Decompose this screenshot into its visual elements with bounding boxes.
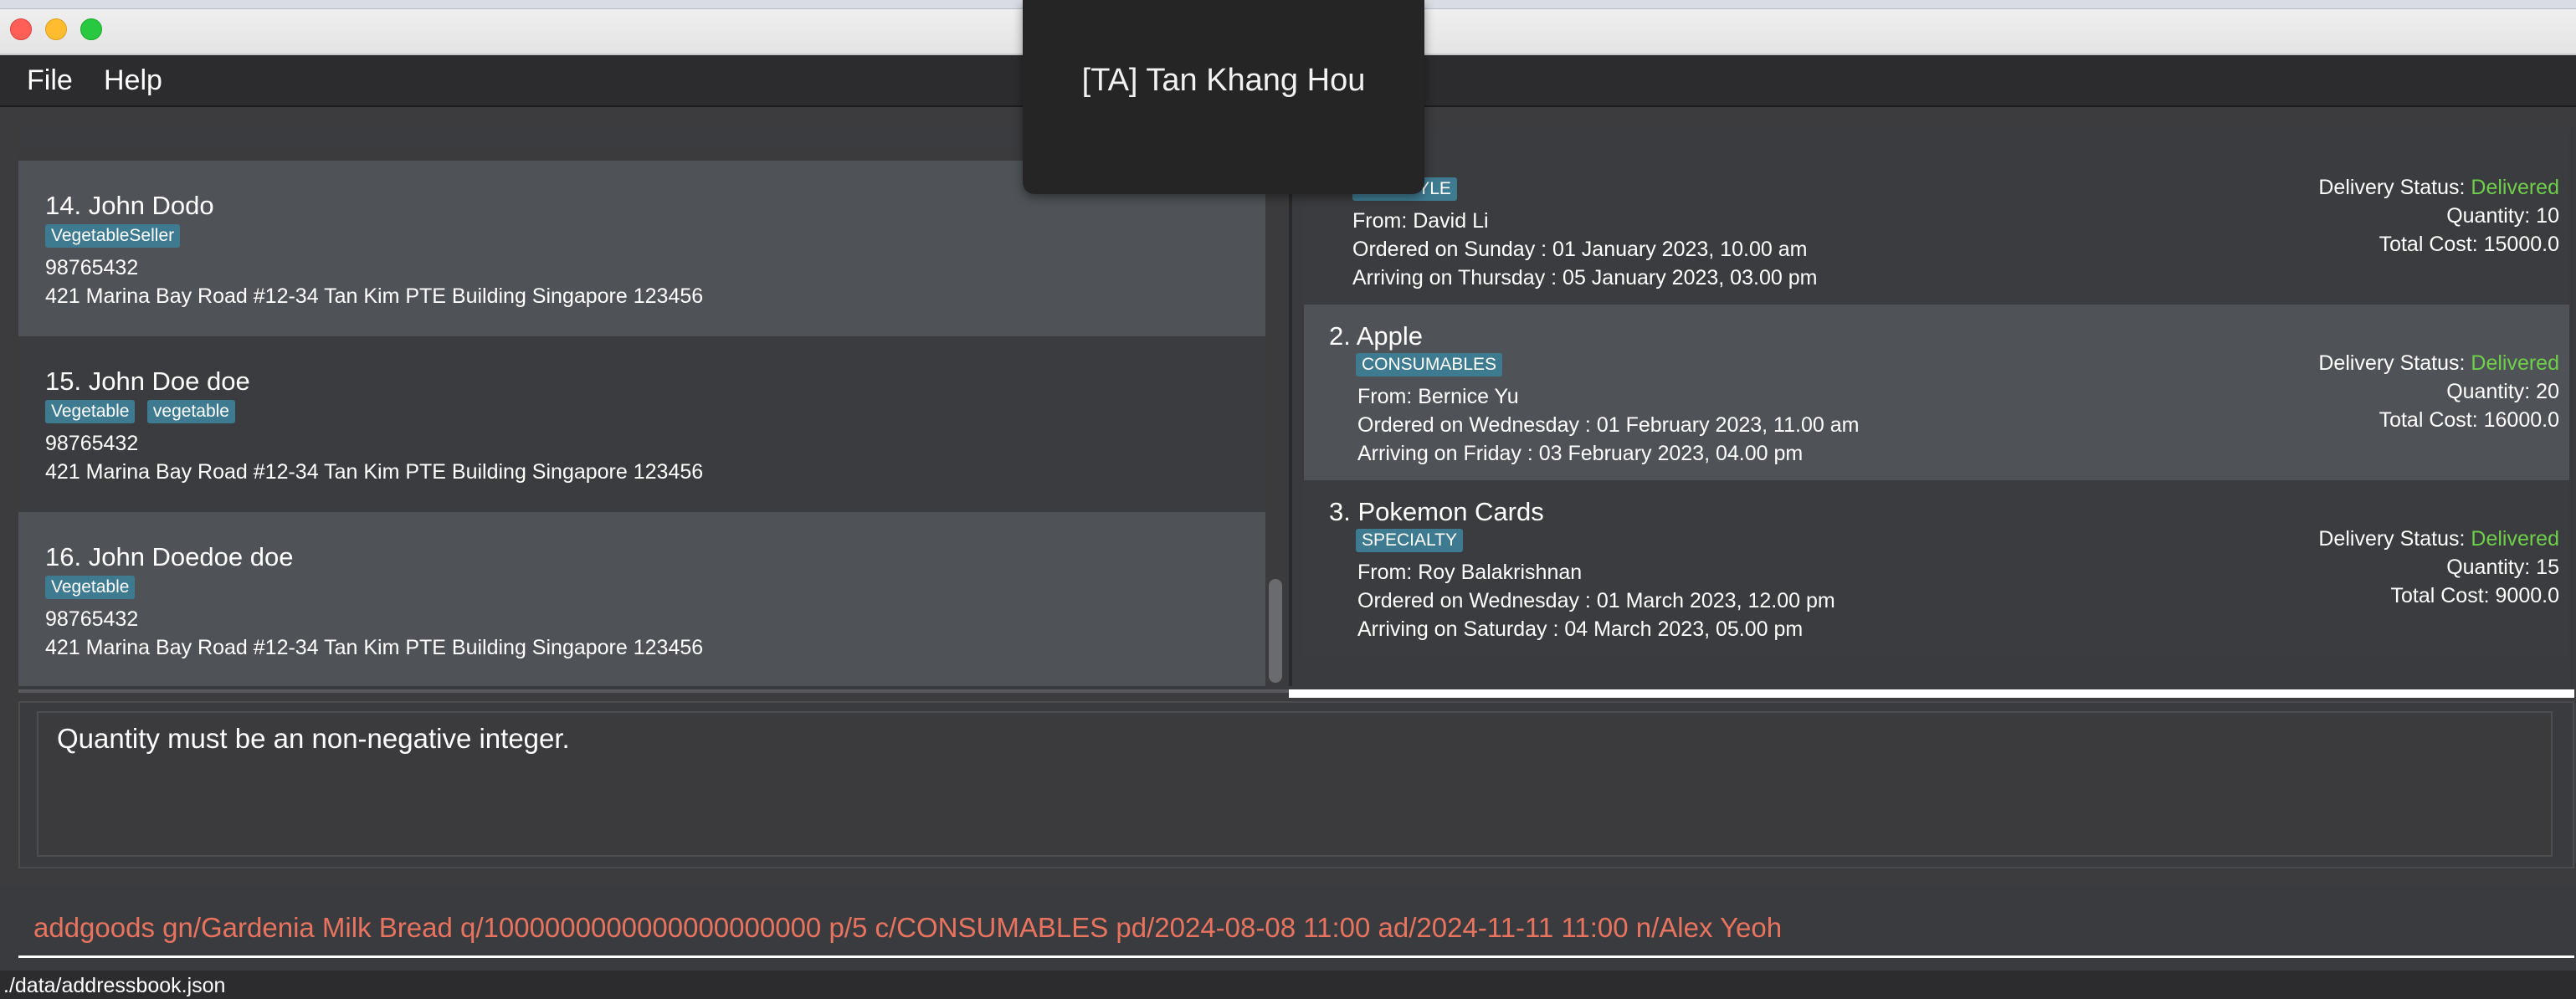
zoom-window-button[interactable]: [80, 18, 102, 40]
split-divider[interactable]: [18, 689, 1289, 693]
goods-arriving-date: Arriving on Saturday : 04 March 2023, 05…: [1357, 617, 1804, 641]
delivery-status-value: Delivered: [2471, 176, 2559, 199]
delivery-status-label: Delivery Status:: [2318, 527, 2471, 551]
goods-total-cost: Total Cost: 16000.0: [2378, 408, 2559, 432]
person-tag: vegetable: [146, 400, 235, 423]
person-tag: VegetableSeller: [45, 224, 181, 248]
goods-supplier: From: David Li: [1352, 209, 1489, 233]
goods-ordered-date: Ordered on Wednesday : 01 March 2023, 12…: [1357, 589, 1835, 612]
person-phone: 98765432: [45, 256, 139, 279]
goods-category-tag: CONSUMABLES: [1356, 353, 1503, 377]
command-input[interactable]: [33, 907, 2569, 949]
delivery-status-label: Delivery Status:: [2318, 351, 2471, 375]
goods-total-cost: Total Cost: 15000.0: [2378, 233, 2559, 256]
person-phone: 98765432: [45, 432, 139, 455]
person-tags: VegetableSeller: [45, 224, 188, 251]
menu-file[interactable]: File: [27, 64, 73, 97]
status-bar: [0, 971, 2576, 999]
goods-supplier: From: Roy Balakrishnan: [1357, 561, 1583, 584]
person-tags: Vegetable vegetable: [45, 400, 244, 427]
goods-delivery-status: Delivery Status: Delivered: [2318, 176, 2559, 200]
delivery-status-value: Delivered: [2471, 351, 2559, 375]
goods-arriving-date: Arriving on Thursday : 05 January 2023, …: [1352, 266, 1818, 289]
tooltip-overlay: [TA] Tan Khang Hou: [1023, 0, 1424, 194]
goods-supplier: From: Bernice Yu: [1357, 385, 1519, 408]
goods-name: 2. Apple: [1329, 321, 1424, 351]
goods-category-wrap: CONSUMABLES: [1356, 353, 1511, 377]
person-address: 421 Marina Bay Road #12-34 Tan Kim PTE B…: [45, 636, 704, 659]
split-divider-highlight[interactable]: [1289, 689, 2574, 698]
goods-ordered-date: Ordered on Wednesday : 01 February 2023,…: [1357, 413, 1860, 437]
person-name: 16. John Doedoe doe: [45, 542, 294, 571]
person-phone: 98765432: [45, 607, 139, 631]
menu-help[interactable]: Help: [104, 64, 162, 97]
goods-quantity: Quantity: 10: [2446, 204, 2559, 228]
person-tag: Vegetable: [45, 400, 136, 423]
goods-card[interactable]: 3. Pokemon Cards SPECIALTY From: Roy Bal…: [1304, 480, 2569, 656]
person-address: 421 Marina Bay Road #12-34 Tan Kim PTE B…: [45, 284, 704, 308]
goods-quantity: Quantity: 20: [2446, 380, 2559, 403]
person-tag: Vegetable: [45, 576, 136, 599]
panel-divider[interactable]: [1289, 129, 1292, 686]
goods-delivery-status: Delivery Status: Delivered: [2318, 351, 2559, 376]
goods-name: 3. Pokemon Cards: [1329, 497, 1544, 526]
command-input-underline: [18, 955, 2574, 958]
goods-card[interactable]: o LIFESTYLE From: David Li Ordered on Su…: [1304, 129, 2569, 305]
result-message: Quantity must be an non-negative integer…: [57, 723, 570, 754]
person-card[interactable]: 15. John Doe doe Vegetable vegetable 987…: [18, 336, 1265, 512]
goods-total-cost: Total Cost: 9000.0: [2390, 584, 2559, 607]
person-address: 421 Marina Bay Road #12-34 Tan Kim PTE B…: [45, 460, 704, 484]
goods-category-tag: SPECIALTY: [1356, 529, 1463, 552]
goods-arriving-date: Arriving on Friday : 03 February 2023, 0…: [1357, 442, 1804, 465]
person-name: 15. John Doe doe: [45, 366, 250, 396]
person-name: 14. John Dodo: [45, 191, 214, 220]
goods-quantity: Quantity: 15: [2446, 556, 2559, 579]
goods-ordered-date: Ordered on Sunday : 01 January 2023, 10.…: [1352, 238, 1808, 261]
goods-card[interactable]: 2. Apple CONSUMABLES From: Bernice Yu Or…: [1304, 305, 2569, 480]
person-list-panel[interactable]: 14. John Dodo VegetableSeller 98765432 4…: [18, 129, 1265, 686]
person-card[interactable]: 16. John Doedoe doe Vegetable 98765432 4…: [18, 512, 1265, 686]
minimize-window-button[interactable]: [45, 18, 67, 40]
goods-category-wrap: SPECIALTY: [1356, 529, 1471, 552]
goods-delivery-status: Delivery Status: Delivered: [2318, 527, 2559, 551]
delivery-status-value: Delivered: [2471, 527, 2559, 551]
close-window-button[interactable]: [10, 18, 32, 40]
status-file-path: ./data/addressbook.json: [3, 974, 226, 997]
delivery-status-label: Delivery Status:: [2318, 176, 2471, 199]
goods-list-panel[interactable]: o LIFESTYLE From: David Li Ordered on Su…: [1304, 129, 2569, 656]
person-tags: Vegetable: [45, 576, 143, 602]
person-list-scrollbar-thumb[interactable]: [1269, 579, 1282, 683]
